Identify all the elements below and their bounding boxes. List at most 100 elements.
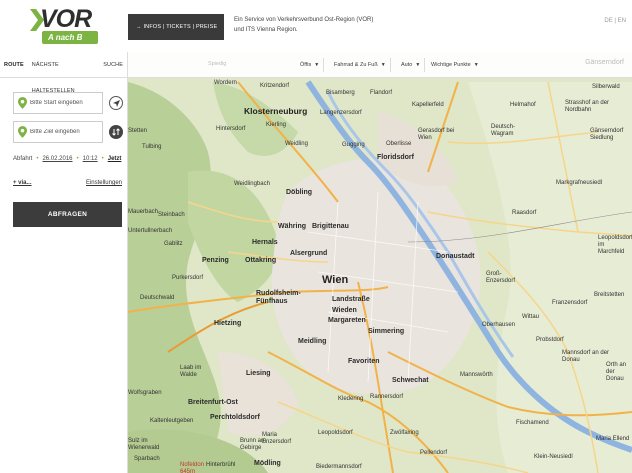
map-label: Leopoldsdorf im Marchfeld — [598, 235, 632, 255]
map-label: Biedermannsdorf — [316, 464, 362, 470]
map-label: Markgrafneusiedl — [556, 180, 603, 186]
map-label: Groß-Enzersdorf — [486, 271, 516, 284]
tab-suche[interactable]: SUCHE — [99, 52, 127, 78]
map-label: Helmahof — [510, 102, 536, 108]
locate-me-button[interactable] — [109, 96, 123, 110]
map-label: Deutschwald — [140, 295, 175, 301]
chevron-down-icon: ▼ — [380, 62, 386, 68]
service-line-2: und ITS Vienna Region. — [234, 27, 298, 33]
filter-fahrrad-label: Fahrrad & Zu Fuß — [334, 62, 378, 68]
logo-subtitle: A nach B — [42, 31, 98, 44]
map-faded-label: Spiedig — [208, 61, 227, 67]
map-label: Steinbach — [158, 212, 185, 218]
chevron-down-icon: ▼ — [415, 62, 421, 68]
lang-de-link[interactable]: DE — [604, 18, 612, 24]
tab-naechste-haltestellen[interactable]: NÄCHSTE HALTESTELLEN — [28, 52, 99, 94]
add-via-link[interactable]: + via... — [13, 180, 32, 186]
filter-fahrrad-zu-fuss[interactable]: Fahrrad & Zu Fuß ▼ — [330, 58, 391, 72]
map-label: Flandorf — [370, 90, 393, 96]
map-label: Rudolfsheim-Fünfhaus — [256, 290, 301, 305]
filter-wichtige-label: Wichtige Punkte — [431, 62, 471, 68]
swap-start-ziel-button[interactable] — [109, 125, 123, 139]
tab-route[interactable]: ROUTE — [0, 52, 28, 78]
filter-oeffis[interactable]: Öffis ▼ — [296, 58, 325, 72]
infos-tickets-button[interactable]: → INFOS | TICKETS | PREISE — [128, 14, 224, 40]
map-label: Oberlisse — [386, 141, 412, 147]
settings-link[interactable]: Einstellungen — [86, 180, 122, 186]
abfahrt-dropdown[interactable]: Abfahrt — [13, 156, 32, 162]
dot-separator: • — [101, 156, 104, 162]
map-label: Franzensdorf — [552, 300, 588, 306]
map-label: Favoriten — [348, 358, 380, 365]
dot-separator: • — [36, 156, 39, 162]
map-label: Schwechat — [392, 377, 429, 384]
map-label: Fischamend — [516, 420, 549, 426]
lang-separator: | — [614, 18, 616, 24]
header: VOR A nach B → INFOS | TICKETS | PREISE … — [0, 0, 632, 52]
map-label: Breitenfurt-Ost — [188, 399, 238, 406]
map-label: Hinterbrühl — [206, 462, 236, 468]
map-label: Purkersdorf — [172, 275, 204, 281]
map-label: Deutsch-Wagram — [491, 124, 516, 137]
map-label: Probstdorf — [536, 337, 564, 343]
map-label: Mauerbach — [128, 209, 159, 215]
search-button[interactable]: ABFRAGEN — [13, 202, 122, 227]
map-label: Meidling — [298, 338, 327, 345]
map-label: Kritzendorf — [260, 83, 290, 89]
map-label: Zwölfaxing — [390, 430, 419, 436]
map-label: Kledering — [338, 396, 364, 402]
map-label: Leopoldsdorf — [318, 430, 353, 436]
map-label: Wittau — [522, 314, 540, 320]
sidebar-tabs: ROUTE NÄCHSTE HALTESTELLEN SUCHE — [0, 52, 127, 94]
map-label: Währing — [278, 223, 306, 230]
map-label: Weidling — [285, 141, 308, 147]
map-label: Oberhausen — [482, 322, 516, 328]
map-label: Rannersdorf — [370, 394, 404, 400]
map-label: Wieden — [332, 307, 357, 314]
map-label: Donaustadt — [436, 253, 475, 260]
logo-text: VOR — [40, 5, 92, 33]
map-label: Simmering — [368, 328, 405, 335]
map-label: Kaltenleutgeben — [150, 418, 194, 424]
map-view[interactable]: Spiedig Öffis ▼ Fahrrad & Zu Fuß ▼ Auto ▼ W… — [128, 52, 632, 473]
now-link[interactable]: Jetzt — [108, 156, 122, 162]
map-label: Sulz im Wienerwald — [128, 438, 160, 451]
infos-button-label: INFOS | TICKETS | PREISE — [143, 24, 218, 30]
filter-auto-label: Auto — [401, 62, 413, 68]
map-label: Perchtoldsdorf — [210, 414, 260, 421]
map-label: Floridsdorf — [377, 154, 414, 161]
start-pin-icon — [18, 97, 27, 109]
map-label: Hietzing — [214, 320, 242, 327]
map-label: Hintersdorf — [216, 126, 246, 132]
map-filter-bar: Spiedig Öffis ▼ Fahrrad & Zu Fuß ▼ Auto ▼ W… — [128, 52, 632, 78]
start-field-wrapper — [13, 92, 103, 114]
map-label: Klosterneuburg — [244, 106, 308, 116]
map-label: Wolfsgraben — [128, 390, 162, 396]
ziel-input[interactable] — [30, 122, 102, 142]
date-picker[interactable]: 26.02.2016 — [42, 156, 72, 162]
vor-logo[interactable]: VOR A nach B — [30, 5, 100, 44]
map-label: Silberwald — [592, 84, 620, 90]
chevron-down-icon: ▼ — [314, 62, 320, 68]
map-label: Gerasdorf bei Wien — [418, 128, 455, 141]
map-label: Brigittenau — [312, 223, 349, 230]
map-label: Raasdorf — [512, 210, 537, 216]
filter-auto[interactable]: Auto ▼ — [397, 58, 426, 72]
map-label: Landstraße — [332, 296, 370, 303]
map-label: Margareten — [328, 317, 366, 324]
map-label: Kapellerfeld — [412, 102, 444, 108]
map-label: Hernals — [252, 239, 278, 246]
map-label: Gänserndorf Siedlung — [590, 128, 624, 141]
map-label: Mödling — [254, 460, 281, 467]
map-label: Laab im Walde — [180, 365, 202, 378]
filter-wichtige-punkte[interactable]: Wichtige Punkte ▼ — [427, 58, 483, 72]
map-label: Mannsdorf an der Donau — [562, 350, 610, 363]
start-input[interactable] — [30, 93, 102, 113]
lang-en-link[interactable]: EN — [618, 18, 626, 24]
time-picker[interactable]: 10:12 — [83, 156, 98, 162]
map-label: Sparbach — [134, 456, 160, 462]
map-label: Strasshof an der Nordbahn — [565, 100, 610, 113]
map-label: Wien — [322, 274, 349, 286]
map-label: Alsergrund — [290, 250, 328, 257]
map-label: Mannswörth — [460, 372, 493, 378]
